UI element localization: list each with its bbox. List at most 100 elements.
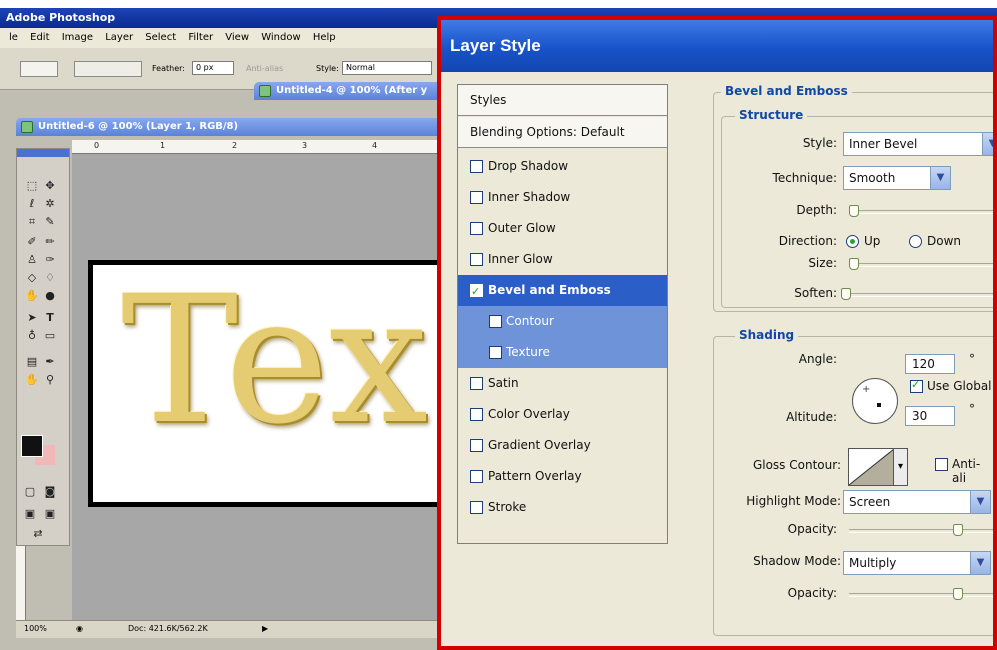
menu-help[interactable]: Help <box>313 32 336 43</box>
effect-checkbox[interactable] <box>470 408 483 421</box>
effect-checkbox[interactable] <box>470 501 483 514</box>
path-selection-tool-icon[interactable]: ➤ <box>23 311 41 325</box>
history-brush-tool-icon[interactable]: ✑ <box>41 253 59 267</box>
altitude-input[interactable]: 30 <box>905 406 955 426</box>
clone-stamp-tool-icon[interactable]: ♙ <box>23 253 41 267</box>
effect-texture[interactable]: Texture <box>458 337 667 368</box>
direction-down-radio[interactable] <box>909 235 922 248</box>
menu-view[interactable]: View <box>225 32 249 43</box>
angle-dial[interactable]: + <box>852 378 898 424</box>
effect-checkbox[interactable] <box>470 470 483 483</box>
crop-tool-icon[interactable]: ⌗ <box>23 215 41 229</box>
menu-layer[interactable]: Layer <box>105 32 133 43</box>
effect-checkbox[interactable] <box>489 315 502 328</box>
effect-satin[interactable]: Satin <box>458 368 667 399</box>
use-global-light-label[interactable]: Use Global <box>927 379 992 393</box>
effect-checkbox[interactable] <box>489 346 502 359</box>
effect-color-overlay[interactable]: Color Overlay <box>458 399 667 430</box>
shadow-opacity-slider[interactable] <box>849 588 993 600</box>
style-select[interactable]: Inner Bevel ▼ <box>843 132 993 156</box>
canvas-text-layer[interactable]: Tex <box>121 273 428 449</box>
move-tool-icon[interactable]: ✥ <box>41 179 59 193</box>
feather-input[interactable]: 0 px <box>192 61 234 75</box>
highlight-opacity-slider-knob[interactable] <box>953 524 963 536</box>
notes-tool-icon[interactable]: ▤ <box>23 355 41 369</box>
dodge-tool-icon[interactable]: ● <box>41 289 59 303</box>
gloss-contour-picker[interactable]: ▾ <box>848 448 908 486</box>
highlight-mode-select[interactable]: Screen ▼ <box>843 490 991 514</box>
status-menu-arrow-icon[interactable]: ▶ <box>262 621 268 637</box>
jump-to-imageready-icon[interactable]: ⇄ <box>29 527 47 541</box>
effect-checkbox[interactable] <box>470 377 483 390</box>
depth-slider-knob[interactable] <box>849 205 859 217</box>
angle-input[interactable]: 120 <box>905 354 955 374</box>
depth-slider[interactable] <box>849 205 993 217</box>
size-slider-knob[interactable] <box>849 258 859 270</box>
effect-checkbox[interactable] <box>470 253 483 266</box>
soften-slider-knob[interactable] <box>841 288 851 300</box>
size-slider[interactable] <box>849 258 993 270</box>
pen-tool-icon[interactable]: ♁ <box>23 329 41 343</box>
effect-checkbox[interactable] <box>470 160 483 173</box>
paint-bucket-tool-icon[interactable]: ♢ <box>41 271 59 285</box>
chevron-down-icon[interactable]: ▼ <box>970 552 990 574</box>
rectangle-tool-icon[interactable]: ▭ <box>41 329 59 343</box>
menu-image[interactable]: Image <box>62 32 93 43</box>
full-screen-mode-icon[interactable]: ▣ <box>41 507 59 521</box>
foreground-color-swatch[interactable] <box>21 435 43 457</box>
technique-select[interactable]: Smooth ▼ <box>843 166 951 190</box>
quick-mask-mode-icon[interactable]: ◙ <box>41 485 59 499</box>
menu-filter[interactable]: Filter <box>188 32 213 43</box>
menu-window[interactable]: Window <box>261 32 300 43</box>
document-canvas[interactable]: Tex <box>88 260 448 507</box>
effect-outer-glow[interactable]: Outer Glow <box>458 213 667 244</box>
antialias-checkbox[interactable] <box>935 458 948 471</box>
document-window-1-titlebar[interactable]: Untitled-6 @ 100% (Layer 1, RGB/8) <box>16 118 446 136</box>
brush-tool-icon[interactable]: ✏ <box>41 235 59 249</box>
blending-options-item[interactable]: Blending Options: Default <box>458 117 667 148</box>
hand-tool-icon[interactable]: ✋ <box>23 373 41 387</box>
screen-mode-icon[interactable]: ▣ <box>21 507 39 521</box>
effect-gradient-overlay[interactable]: Gradient Overlay <box>458 430 667 461</box>
marquee-tool-preset-picker[interactable] <box>20 61 58 77</box>
zoom-tool-icon[interactable]: ⚲ <box>41 373 59 387</box>
effect-drop-shadow[interactable]: Drop Shadow <box>458 151 667 182</box>
eyedropper-tool-icon[interactable]: ✒ <box>41 355 59 369</box>
marquee-tool-icon[interactable]: ⬚ <box>23 179 41 193</box>
highlight-opacity-slider[interactable] <box>849 524 993 536</box>
soften-slider[interactable] <box>841 288 993 300</box>
effect-checkbox[interactable] <box>470 191 483 204</box>
chevron-down-icon[interactable]: ▾ <box>893 449 907 485</box>
direction-down-label[interactable]: Down <box>927 234 961 248</box>
blur-tool-icon[interactable]: ✋ <box>23 289 41 303</box>
style-select[interactable]: Normal <box>342 61 432 75</box>
antialias-checkbox-label[interactable]: Anti-alias <box>246 64 283 73</box>
zoom-level[interactable]: 100% <box>24 621 47 637</box>
effect-stroke[interactable]: Stroke <box>458 492 667 523</box>
shadow-opacity-slider-knob[interactable] <box>953 588 963 600</box>
direction-up-label[interactable]: Up <box>864 234 880 248</box>
effect-inner-glow[interactable]: Inner Glow <box>458 244 667 275</box>
magic-wand-tool-icon[interactable]: ✲ <box>41 197 59 211</box>
chevron-down-icon[interactable]: ▼ <box>930 167 950 189</box>
healing-brush-tool-icon[interactable]: ✐ <box>23 235 41 249</box>
chevron-down-icon[interactable]: ▼ <box>970 491 990 513</box>
effect-checkbox-checked[interactable] <box>470 276 483 307</box>
effect-checkbox[interactable] <box>470 222 483 235</box>
styles-header-item[interactable]: Styles <box>458 85 667 116</box>
effect-pattern-overlay[interactable]: Pattern Overlay <box>458 461 667 492</box>
menu-select[interactable]: Select <box>145 32 176 43</box>
type-tool-icon[interactable]: T <box>41 311 59 325</box>
use-global-light-checkbox[interactable] <box>910 378 923 393</box>
lasso-tool-icon[interactable]: ℓ <box>23 197 41 211</box>
tools-panel-header[interactable] <box>17 149 69 157</box>
menu-file[interactable]: le <box>9 32 18 43</box>
effect-contour[interactable]: Contour <box>458 306 667 337</box>
standard-mode-icon[interactable]: ▢ <box>21 485 39 499</box>
shadow-mode-select[interactable]: Multiply ▼ <box>843 551 991 575</box>
chevron-down-icon[interactable]: ▼ <box>982 133 993 155</box>
effect-bevel-and-emboss[interactable]: Bevel and Emboss <box>458 275 667 307</box>
menu-edit[interactable]: Edit <box>30 32 49 43</box>
dialog-titlebar[interactable]: Layer Style <box>441 20 993 72</box>
effect-inner-shadow[interactable]: Inner Shadow <box>458 182 667 213</box>
